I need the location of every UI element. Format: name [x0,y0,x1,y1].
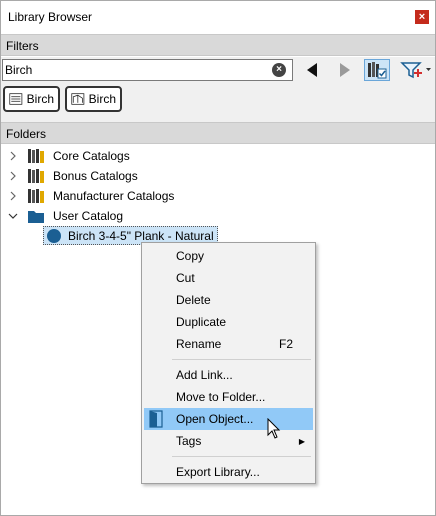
chevron-down-icon[interactable] [7,210,19,222]
filters-panel: × [1,57,435,122]
text-filter-label: Birch [26,92,54,106]
folder-icon [28,211,44,223]
mouse-cursor-icon [267,418,281,439]
tree-item-bonus-catalogs[interactable]: Bonus Catalogs [7,166,138,186]
books-icon [28,149,44,163]
catalog-filter-toggle[interactable] [364,59,390,81]
tree-item-label: User Catalog [53,209,124,223]
chevron-right-icon[interactable] [7,190,19,202]
tree-item-label: Manufacturer Catalogs [53,189,175,203]
tree-item-label: Core Catalogs [53,149,130,163]
tree-item-manufacturer-catalogs[interactable]: Manufacturer Catalogs [7,186,174,206]
menu-item-move-to-folder[interactable]: Move to Folder... [144,386,313,408]
folders-header-label: Folders [6,127,47,141]
object-filter-label: Birch [88,92,116,106]
filters-header: Filters [1,34,435,56]
text-filter-chip[interactable]: Birch [3,86,60,112]
menu-separator [172,456,311,457]
menu-separator [172,359,311,360]
menu-item-delete[interactable]: Delete [144,289,313,311]
tree-item-user-catalog[interactable]: User Catalog [7,206,123,226]
folders-header: Folders [1,122,435,144]
triangle-right-icon [340,63,350,77]
add-filter-button[interactable] [399,59,433,81]
tree-item-core-catalogs[interactable]: Core Catalogs [7,146,130,166]
open-door-icon [149,410,163,428]
chevron-right-icon[interactable] [7,150,19,162]
triangle-left-icon [307,63,317,77]
funnel-add-icon [400,62,431,79]
clear-search-icon[interactable]: × [272,63,286,77]
object-filter-chip[interactable]: Birch [65,86,122,112]
search-input[interactable] [5,62,263,78]
next-button[interactable] [334,59,356,81]
tree-item-label: Bonus Catalogs [53,169,138,183]
previous-button[interactable] [301,59,323,81]
menu-item-add-link[interactable]: Add Link... [144,364,313,386]
title-bar: Library Browser × [1,1,435,34]
object-filter-icon [71,93,85,105]
tree-item-label: Birch 3-4-5" Plank - Natural [68,228,214,243]
material-sphere-icon [47,228,61,243]
menu-item-copy[interactable]: Copy [144,245,313,267]
menu-item-export-library[interactable]: Export Library... [144,461,313,483]
library-browser-window: Library Browser × Filters × [0,0,436,516]
menu-item-rename[interactable]: Rename F2 [144,333,313,355]
chevron-right-icon[interactable] [7,170,19,182]
menu-item-tags[interactable]: Tags ▶ [144,430,313,452]
window-title: Library Browser [8,10,93,24]
menu-item-duplicate[interactable]: Duplicate [144,311,313,333]
rename-shortcut: F2 [278,337,293,351]
menu-item-open-object[interactable]: Open Object... [144,408,313,430]
filters-header-label: Filters [6,39,39,53]
context-menu: Copy Cut Delete Duplicate Rename F2 Add … [141,242,316,484]
text-filter-icon [9,93,23,105]
close-button[interactable]: × [415,10,429,24]
books-icon [28,169,44,183]
submenu-arrow-icon: ▶ [298,436,305,446]
menu-item-cut[interactable]: Cut [144,267,313,289]
books-check-icon [368,62,387,79]
books-icon [28,189,44,203]
search-field[interactable]: × [2,59,293,81]
